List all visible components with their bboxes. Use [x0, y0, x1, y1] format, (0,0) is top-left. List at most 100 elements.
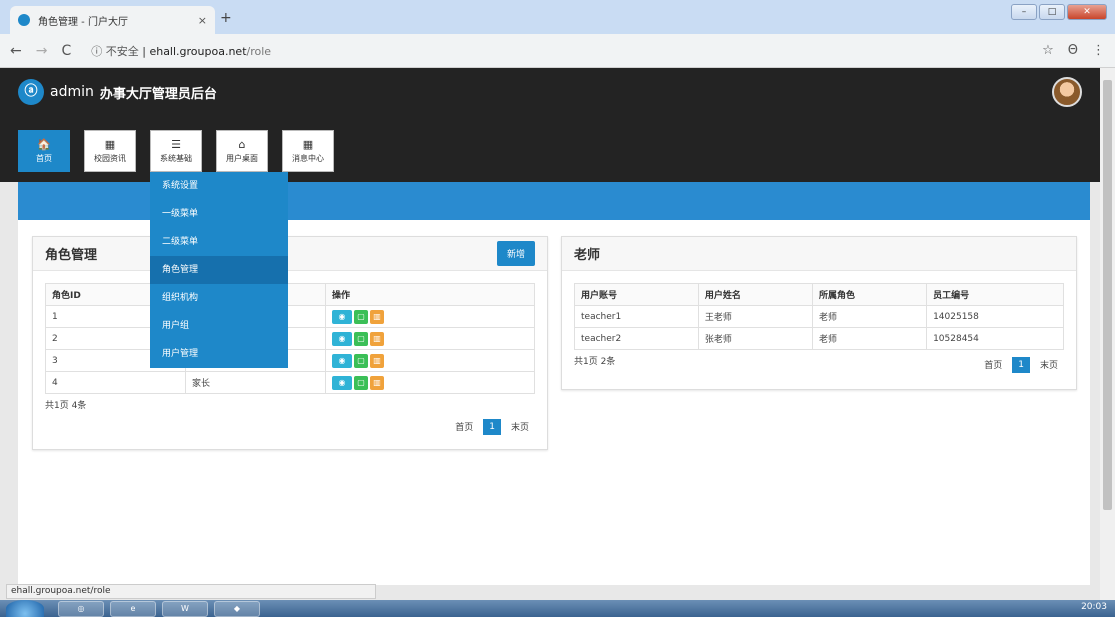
os-taskbar: ◎ e W ◆ 20:03: [0, 600, 1115, 617]
role-cell: 老师: [811, 305, 928, 328]
column-header: 用户账号: [574, 283, 699, 306]
menu-item-label: 系统基础: [160, 154, 192, 163]
delete-icon[interactable]: ▥: [370, 331, 384, 346]
browser-menu-icon[interactable]: ⋮: [1092, 43, 1105, 58]
address-bar: ← → C ⓘ 不安全 | ehall.groupoa.net/role ☆ Θ…: [0, 34, 1115, 68]
start-button[interactable]: [6, 600, 44, 617]
user-name-cell: 王老师: [697, 305, 813, 328]
avatar[interactable]: [1052, 77, 1082, 107]
actions-cell: ◉ ▢ ▥: [325, 349, 535, 372]
delete-icon[interactable]: ▥: [370, 375, 384, 390]
teacher-panel: 老师 用户账号 用户姓名 所属角色 员工编号 teacher1 王老师 老师 1…: [561, 236, 1077, 390]
edit-icon[interactable]: ▢: [354, 353, 368, 368]
view-icon[interactable]: ◉: [332, 353, 352, 368]
tab-title: 角色管理 - 门户大厅: [38, 16, 128, 28]
table-header-row: 用户账号 用户姓名 所属角色 员工编号: [574, 283, 1064, 306]
menu-item-label: 首页: [36, 154, 52, 163]
actions-cell: ◉ ▢ ▥: [325, 327, 535, 350]
maximize-button[interactable]: □: [1039, 4, 1065, 20]
system-basics-dropdown: 系统设置 一级菜单 二级菜单 角色管理 组织机构 用户组 用户管理: [150, 172, 288, 368]
table-row: teacher2 张老师 老师 10528454: [574, 327, 1064, 350]
role-panel-header: 角色管理 新增: [33, 237, 547, 271]
dropdown-item-level1-menu[interactable]: 一级菜单: [150, 200, 288, 228]
forward-button[interactable]: →: [36, 43, 48, 59]
edit-icon[interactable]: ▢: [354, 375, 368, 390]
browser-tab[interactable]: 角色管理 - 门户大厅 ×: [10, 6, 215, 34]
role-cell: 老师: [811, 327, 928, 350]
list-icon: ☰: [171, 138, 181, 151]
table-row: 4 家长 ◉ ▢ ▥: [45, 371, 535, 394]
actions-cell: ◉ ▢ ▥: [325, 371, 535, 394]
taskbar-chrome-icon[interactable]: ◎: [58, 601, 104, 617]
status-bar-url: ehall.groupoa.net/role: [6, 584, 376, 599]
bookmark-star-icon[interactable]: ☆: [1042, 43, 1054, 58]
table-row: 1 ◉ ▢ ▥: [45, 305, 535, 328]
menu-item-message-center[interactable]: ▦ 消息中心: [282, 130, 334, 172]
menu-item-label: 校园资讯: [94, 154, 126, 163]
menu-item-system-basics[interactable]: ☰ 系统基础: [150, 130, 202, 172]
grid-icon: ▦: [302, 138, 314, 151]
role-name-cell: 家长: [185, 371, 326, 394]
favicon-icon: [18, 14, 30, 26]
column-header: 操作: [325, 283, 535, 306]
pager-last[interactable]: 末页: [505, 417, 535, 436]
role-table: 角色ID 角色名称 操作 1 ◉ ▢ ▥ 2: [45, 283, 535, 394]
reload-button[interactable]: C: [61, 43, 71, 59]
menu-item-home[interactable]: 🏠 首页: [18, 130, 70, 172]
menu-item-campus-news[interactable]: ▦ 校园资讯: [84, 130, 136, 172]
delete-icon[interactable]: ▥: [370, 309, 384, 324]
window-controls: – □ ✕: [1011, 4, 1107, 20]
pager-first[interactable]: 首页: [449, 417, 479, 436]
url-host: ehall.groupoa.net: [149, 44, 247, 58]
insecure-badge[interactable]: ⓘ 不安全: [91, 45, 139, 58]
pager-current[interactable]: 1: [1012, 356, 1030, 373]
url-field[interactable]: ⓘ 不安全 | ehall.groupoa.net/role: [91, 43, 271, 59]
column-header: 员工编号: [926, 283, 1064, 306]
page-scrollbar[interactable]: [1100, 68, 1115, 600]
view-icon[interactable]: ◉: [332, 331, 352, 346]
app-name: admin: [50, 84, 94, 100]
logo-icon: ⓐ: [18, 79, 44, 105]
taskbar-clock: 20:03: [1081, 602, 1107, 612]
table-row: teacher1 王老师 老师 14025158: [574, 305, 1064, 328]
new-tab-button[interactable]: +: [220, 10, 232, 26]
home-icon: 🏠: [37, 138, 51, 151]
table-row: 2 ◉ ▢ ▥: [45, 327, 535, 350]
dropdown-item-role-management[interactable]: 角色管理: [150, 256, 288, 284]
taskbar-ie-icon[interactable]: e: [110, 601, 156, 617]
pager-first[interactable]: 首页: [978, 355, 1008, 374]
close-window-button[interactable]: ✕: [1067, 4, 1107, 20]
dropdown-item-system-settings[interactable]: 系统设置: [150, 172, 288, 200]
dropdown-item-user-management[interactable]: 用户管理: [150, 340, 288, 368]
menu-item-label: 消息中心: [292, 154, 324, 163]
delete-icon[interactable]: ▥: [370, 353, 384, 368]
taskbar-app-icon[interactable]: ◆: [214, 601, 260, 617]
user-name-cell: 张老师: [697, 327, 813, 350]
dropdown-item-level2-menu[interactable]: 二级菜单: [150, 228, 288, 256]
view-icon[interactable]: ◉: [332, 309, 352, 324]
dropdown-item-user-group[interactable]: 用户组: [150, 312, 288, 340]
edit-icon[interactable]: ▢: [354, 331, 368, 346]
pager-current[interactable]: 1: [483, 418, 501, 435]
dropdown-item-organization[interactable]: 组织机构: [150, 284, 288, 312]
menu-item-user-desktop[interactable]: ⌂ 用户桌面: [216, 130, 268, 172]
tab-close-icon[interactable]: ×: [198, 14, 207, 27]
taskbar-word-icon[interactable]: W: [162, 601, 208, 617]
menu-item-label: 用户桌面: [226, 154, 258, 163]
role-summary: 共1页 4条: [45, 401, 87, 411]
minimize-button[interactable]: –: [1011, 4, 1037, 20]
actions-cell: ◉ ▢ ▥: [325, 305, 535, 328]
employee-id-cell: 14025158: [926, 305, 1064, 328]
scrollbar-thumb[interactable]: [1103, 80, 1112, 510]
add-role-button[interactable]: 新增: [496, 241, 535, 266]
pager-last[interactable]: 末页: [1034, 355, 1064, 374]
edit-icon[interactable]: ▢: [354, 309, 368, 324]
browser-actions: ☆ Θ ⋮: [1042, 43, 1105, 58]
back-button[interactable]: ←: [10, 43, 22, 59]
account-cell: teacher1: [574, 305, 699, 328]
account-icon[interactable]: Θ: [1068, 43, 1078, 58]
url-path: /role: [246, 44, 272, 58]
view-icon[interactable]: ◉: [332, 375, 352, 390]
teacher-table: 用户账号 用户姓名 所属角色 员工编号 teacher1 王老师 老师 1402…: [574, 283, 1064, 350]
chart-icon: ▦: [104, 138, 116, 151]
